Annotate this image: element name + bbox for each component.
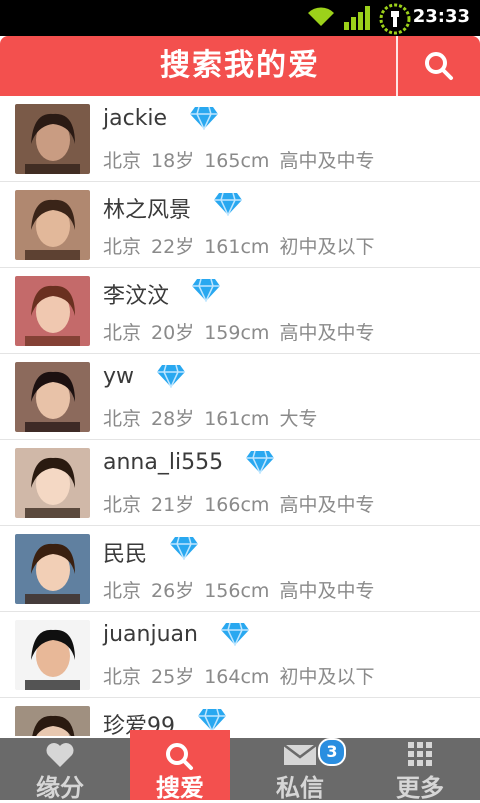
profile-info: 北京 26岁 156cm 高中及中专	[103, 576, 384, 603]
avatar[interactable]	[15, 362, 90, 432]
profile-city: 北京	[103, 322, 142, 344]
profile-info: 北京 20岁 159cm 高中及中专	[103, 318, 384, 345]
profile-name: 民民	[103, 542, 148, 567]
search-icon	[425, 52, 453, 80]
profile-age: 26岁	[151, 580, 195, 602]
profile-age: 18岁	[151, 150, 195, 172]
profile-height: 161cm	[204, 236, 270, 258]
profile-height: 166cm	[204, 494, 270, 516]
profile-education: 高中及中专	[279, 580, 375, 602]
profile-height: 164cm	[204, 666, 270, 688]
grid-icon	[408, 742, 432, 766]
mail-icon	[283, 744, 317, 765]
profile-height: 161cm	[204, 408, 270, 430]
profile-info: 北京 21岁 166cm 高中及中专	[103, 490, 384, 517]
signal-icon	[344, 6, 370, 30]
profile-education: 高中及中专	[279, 150, 375, 172]
avatar[interactable]	[15, 104, 90, 174]
profile-age: 22岁	[151, 236, 195, 258]
heart-icon	[46, 743, 74, 767]
profile-name: 林之风景	[103, 198, 192, 223]
profile-row[interactable]: juanjuan 北京 25岁 164cm 初中及以下	[0, 612, 480, 698]
avatar[interactable]	[15, 448, 90, 518]
header-bar: 搜索我的爱	[0, 36, 480, 96]
profile-city: 北京	[103, 408, 142, 430]
diamond-vip-icon	[191, 278, 221, 306]
bottom-nav: 缘分 搜爱 私信 3 更多	[0, 730, 480, 802]
unread-badge: 3	[318, 738, 346, 766]
status-bar: 23:33	[0, 0, 480, 36]
profile-name: juanjuan	[103, 622, 198, 647]
avatar[interactable]	[15, 276, 90, 346]
avatar[interactable]	[15, 534, 90, 604]
profile-name: yw	[103, 364, 135, 389]
nav-label: 搜爱	[156, 774, 204, 802]
profile-info: 北京 25岁 164cm 初中及以下	[103, 662, 384, 689]
diamond-vip-icon	[156, 364, 186, 392]
profile-info: 北京 28岁 161cm 大专	[103, 404, 327, 431]
profile-age: 25岁	[151, 666, 195, 688]
profile-education: 初中及以下	[279, 236, 375, 258]
profile-age: 20岁	[151, 322, 195, 344]
diamond-vip-icon	[220, 622, 250, 650]
nav-label: 私信	[276, 774, 324, 802]
profile-height: 156cm	[204, 580, 270, 602]
profile-age: 28岁	[151, 408, 195, 430]
profile-name: 李汶汶	[103, 284, 170, 309]
nav-souai[interactable]: 搜爱	[130, 730, 230, 802]
profile-row[interactable]: anna_li555 北京 21岁 166cm 高中及中专	[0, 440, 480, 526]
profile-education: 高中及中专	[279, 322, 375, 344]
profile-city: 北京	[103, 666, 142, 688]
profile-info: 北京 18岁 165cm 高中及中专	[103, 146, 384, 173]
profile-city: 北京	[103, 580, 142, 602]
search-icon	[166, 743, 193, 770]
profile-list[interactable]: jackie 北京 18岁 165cm 高中及中专 林之风景 北京 22岁 161cm 初中及以下…	[0, 96, 480, 736]
nav-label: 缘分	[36, 774, 84, 802]
profile-row[interactable]: 民民北京 26岁 156cm 高中及中专	[0, 526, 480, 612]
profile-name: jackie	[103, 106, 168, 131]
nav-label: 更多	[396, 774, 444, 802]
nav-yuanfen[interactable]: 缘分	[0, 738, 120, 802]
clock: 23:33	[412, 6, 470, 27]
avatar[interactable]	[15, 706, 90, 736]
diamond-vip-icon	[213, 192, 243, 220]
diamond-vip-icon	[245, 450, 275, 478]
battery-charging-icon	[379, 3, 411, 35]
profile-height: 165cm	[204, 150, 270, 172]
profile-height: 159cm	[204, 322, 270, 344]
wifi-icon	[308, 7, 334, 26]
search-button[interactable]	[398, 36, 480, 96]
diamond-vip-icon	[189, 106, 219, 134]
avatar[interactable]	[15, 190, 90, 260]
profile-city: 北京	[103, 494, 142, 516]
profile-city: 北京	[103, 150, 142, 172]
profile-name: anna_li555	[103, 450, 224, 475]
profile-city: 北京	[103, 236, 142, 258]
profile-row[interactable]: 林之风景北京 22岁 161cm 初中及以下	[0, 182, 480, 268]
diamond-vip-icon	[169, 536, 199, 564]
profile-row[interactable]: yw 北京 28岁 161cm 大专	[0, 354, 480, 440]
profile-info: 北京 22岁 161cm 初中及以下	[103, 232, 384, 259]
profile-education: 高中及中专	[279, 494, 375, 516]
profile-education: 初中及以下	[279, 666, 375, 688]
profile-row[interactable]: 珍爱99	[0, 698, 480, 736]
profile-age: 21岁	[151, 494, 195, 516]
profile-row[interactable]: 李汶汶北京 20岁 159cm 高中及中专	[0, 268, 480, 354]
nav-gengduo[interactable]: 更多	[360, 738, 480, 802]
avatar[interactable]	[15, 620, 90, 690]
profile-row[interactable]: jackie 北京 18岁 165cm 高中及中专	[0, 96, 480, 182]
profile-education: 大专	[279, 408, 318, 430]
